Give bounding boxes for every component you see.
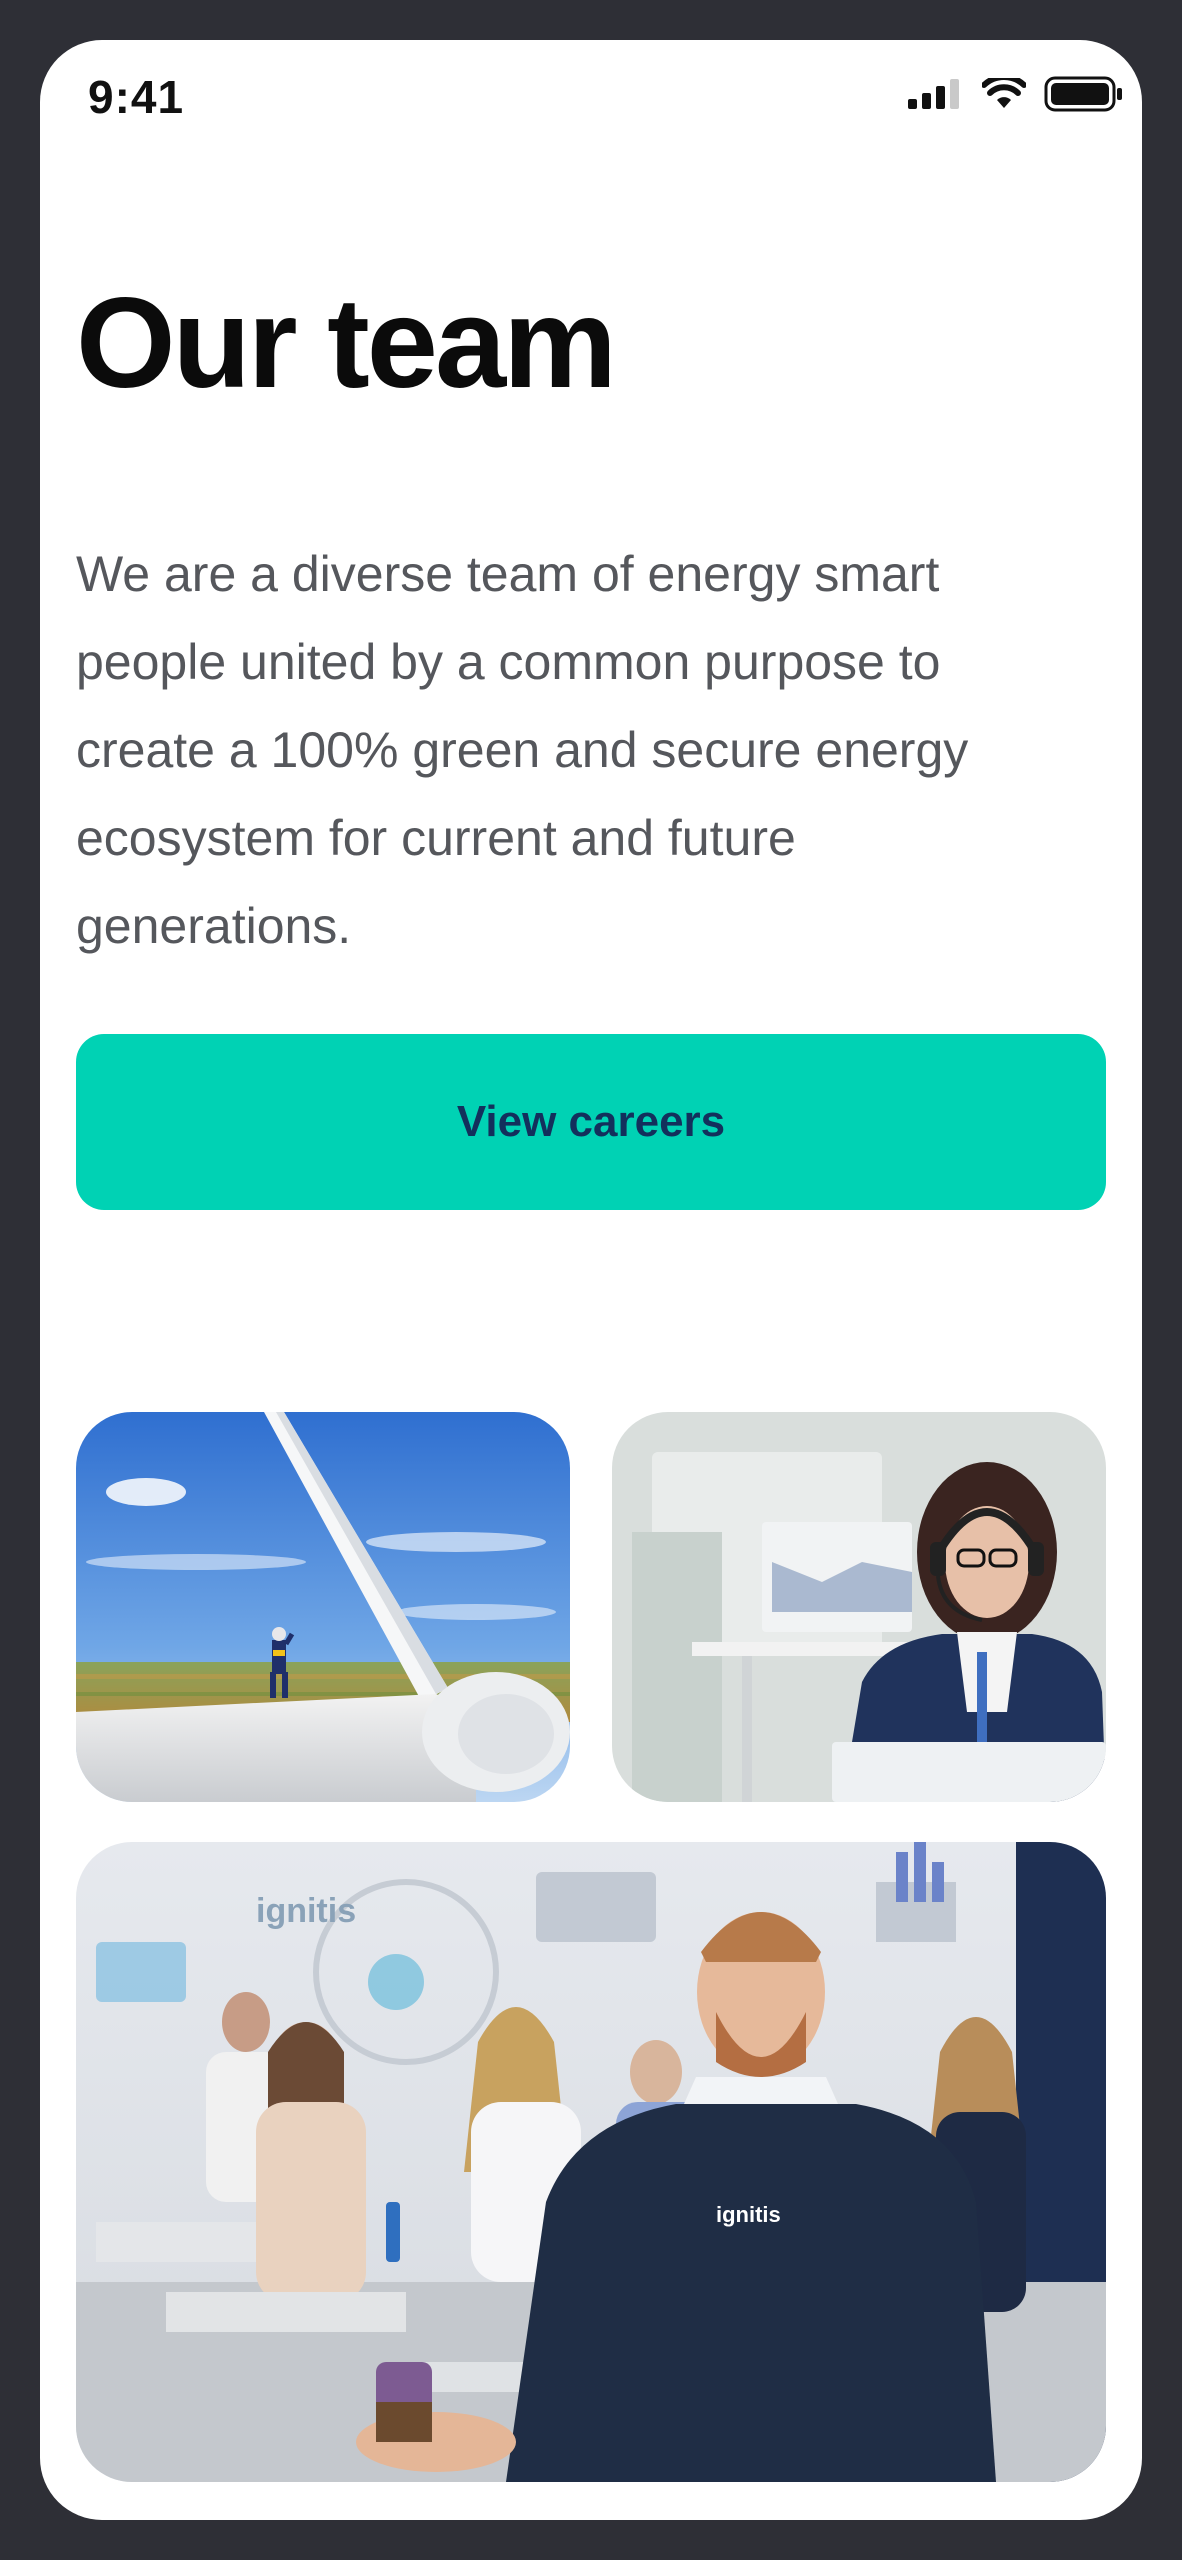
view-careers-button[interactable]: View careers: [76, 1034, 1106, 1210]
call-center-agent-photo: [612, 1412, 1106, 1802]
wall-logo-text: ignitis: [256, 1892, 356, 1930]
status-bar: 9:41: [40, 40, 1142, 150]
sweater-logo-text: ignitis: [716, 2202, 781, 2227]
team-meeting-photo: ignitis ignitis: [76, 1842, 1106, 2482]
wifi-icon: [982, 78, 1026, 108]
signal-icon: [908, 79, 959, 109]
intro-text: We are a diverse team of energy smart pe…: [76, 546, 969, 954]
status-time: 9:41: [88, 71, 185, 123]
status-icons: [908, 76, 1124, 112]
wind-turbine-worker-photo: [76, 1412, 570, 1802]
phone-screen: 9:41 Our team We are a diverse team of e…: [40, 40, 1142, 2520]
page-title: Our team: [76, 272, 617, 415]
battery-icon: [1044, 76, 1122, 112]
